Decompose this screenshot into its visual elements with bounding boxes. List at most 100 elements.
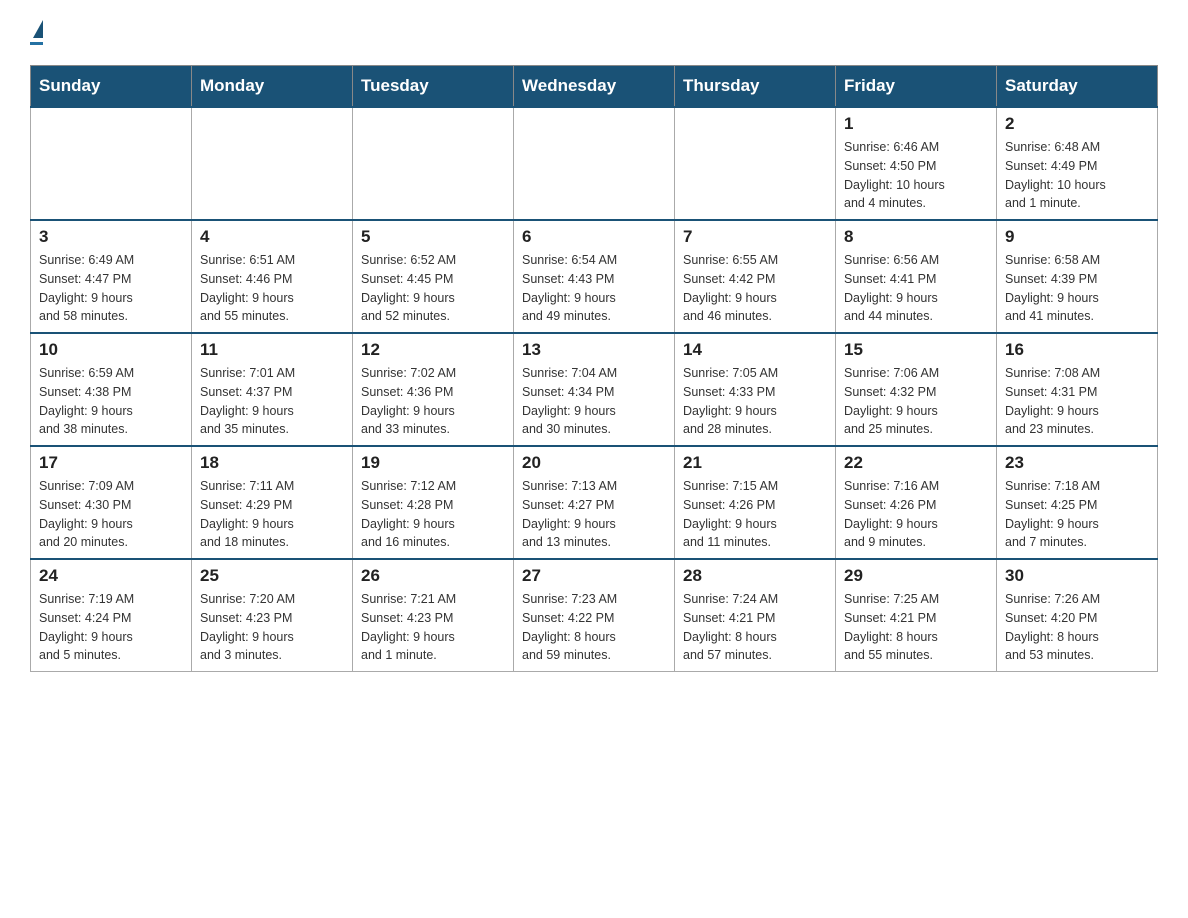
calendar-cell — [675, 107, 836, 220]
calendar-cell: 28 Sunrise: 7:24 AM Sunset: 4:21 PM Dayli… — [675, 559, 836, 672]
day-number: 7 — [683, 227, 827, 247]
day-number: 30 — [1005, 566, 1149, 586]
weekday-header-thursday: Thursday — [675, 66, 836, 108]
day-number: 19 — [361, 453, 505, 473]
calendar-cell: 1 Sunrise: 6:46 AM Sunset: 4:50 PM Daylig… — [836, 107, 997, 220]
day-info: Sunrise: 7:04 AM Sunset: 4:34 PM Dayligh… — [522, 364, 666, 439]
calendar-cell: 27 Sunrise: 7:23 AM Sunset: 4:22 PM Dayli… — [514, 559, 675, 672]
day-info: Sunrise: 7:18 AM Sunset: 4:25 PM Dayligh… — [1005, 477, 1149, 552]
calendar-cell: 29 Sunrise: 7:25 AM Sunset: 4:21 PM Dayli… — [836, 559, 997, 672]
week-row-2: 3 Sunrise: 6:49 AM Sunset: 4:47 PM Daylig… — [31, 220, 1158, 333]
weekday-header-row: SundayMondayTuesdayWednesdayThursdayFrid… — [31, 66, 1158, 108]
day-info: Sunrise: 7:09 AM Sunset: 4:30 PM Dayligh… — [39, 477, 183, 552]
calendar-table: SundayMondayTuesdayWednesdayThursdayFrid… — [30, 65, 1158, 672]
calendar-cell: 3 Sunrise: 6:49 AM Sunset: 4:47 PM Daylig… — [31, 220, 192, 333]
day-number: 12 — [361, 340, 505, 360]
logo — [30, 20, 43, 45]
day-number: 9 — [1005, 227, 1149, 247]
day-info: Sunrise: 7:23 AM Sunset: 4:22 PM Dayligh… — [522, 590, 666, 665]
calendar-cell — [514, 107, 675, 220]
day-info: Sunrise: 7:19 AM Sunset: 4:24 PM Dayligh… — [39, 590, 183, 665]
calendar-cell: 25 Sunrise: 7:20 AM Sunset: 4:23 PM Dayli… — [192, 559, 353, 672]
day-info: Sunrise: 7:08 AM Sunset: 4:31 PM Dayligh… — [1005, 364, 1149, 439]
calendar-cell — [192, 107, 353, 220]
day-info: Sunrise: 6:55 AM Sunset: 4:42 PM Dayligh… — [683, 251, 827, 326]
day-number: 6 — [522, 227, 666, 247]
day-number: 5 — [361, 227, 505, 247]
logo-underline — [30, 42, 43, 45]
calendar-cell: 4Sunrise: 6:51 AM Sunset: 4:46 PM Daylig… — [192, 220, 353, 333]
day-info: Sunrise: 7:16 AM Sunset: 4:26 PM Dayligh… — [844, 477, 988, 552]
calendar-cell: 9 Sunrise: 6:58 AM Sunset: 4:39 PM Daylig… — [997, 220, 1158, 333]
calendar-cell: 14 Sunrise: 7:05 AM Sunset: 4:33 PM Dayli… — [675, 333, 836, 446]
day-number: 8 — [844, 227, 988, 247]
day-info: Sunrise: 7:12 AM Sunset: 4:28 PM Dayligh… — [361, 477, 505, 552]
day-number: 28 — [683, 566, 827, 586]
day-info: Sunrise: 7:24 AM Sunset: 4:21 PM Dayligh… — [683, 590, 827, 665]
day-info: Sunrise: 6:49 AM Sunset: 4:47 PM Dayligh… — [39, 251, 183, 326]
day-info: Sunrise: 7:20 AM Sunset: 4:23 PM Dayligh… — [200, 590, 344, 665]
calendar-cell: 2 Sunrise: 6:48 AM Sunset: 4:49 PM Daylig… — [997, 107, 1158, 220]
day-info: Sunrise: 6:52 AM Sunset: 4:45 PM Dayligh… — [361, 251, 505, 326]
calendar-cell: 8Sunrise: 6:56 AM Sunset: 4:41 PM Daylig… — [836, 220, 997, 333]
day-number: 26 — [361, 566, 505, 586]
day-info: Sunrise: 7:11 AM Sunset: 4:29 PM Dayligh… — [200, 477, 344, 552]
calendar-cell — [353, 107, 514, 220]
calendar-cell: 13 Sunrise: 7:04 AM Sunset: 4:34 PM Dayli… — [514, 333, 675, 446]
day-number: 15 — [844, 340, 988, 360]
day-number: 11 — [200, 340, 344, 360]
day-info: Sunrise: 6:48 AM Sunset: 4:49 PM Dayligh… — [1005, 138, 1149, 213]
day-number: 29 — [844, 566, 988, 586]
day-number: 14 — [683, 340, 827, 360]
day-info: Sunrise: 6:46 AM Sunset: 4:50 PM Dayligh… — [844, 138, 988, 213]
calendar-cell: 22 Sunrise: 7:16 AM Sunset: 4:26 PM Dayli… — [836, 446, 997, 559]
page-header — [30, 20, 1158, 45]
day-number: 1 — [844, 114, 988, 134]
calendar-cell: 17 Sunrise: 7:09 AM Sunset: 4:30 PM Dayli… — [31, 446, 192, 559]
logo-triangle-icon — [33, 20, 43, 38]
calendar-cell: 12 Sunrise: 7:02 AM Sunset: 4:36 PM Dayli… — [353, 333, 514, 446]
day-number: 21 — [683, 453, 827, 473]
weekday-header-tuesday: Tuesday — [353, 66, 514, 108]
week-row-1: 1 Sunrise: 6:46 AM Sunset: 4:50 PM Daylig… — [31, 107, 1158, 220]
day-info: Sunrise: 7:13 AM Sunset: 4:27 PM Dayligh… — [522, 477, 666, 552]
day-number: 17 — [39, 453, 183, 473]
day-number: 3 — [39, 227, 183, 247]
week-row-4: 17 Sunrise: 7:09 AM Sunset: 4:30 PM Dayli… — [31, 446, 1158, 559]
calendar-cell: 30 Sunrise: 7:26 AM Sunset: 4:20 PM Dayli… — [997, 559, 1158, 672]
day-number: 27 — [522, 566, 666, 586]
day-info: Sunrise: 6:59 AM Sunset: 4:38 PM Dayligh… — [39, 364, 183, 439]
day-number: 13 — [522, 340, 666, 360]
calendar-cell: 11Sunrise: 7:01 AM Sunset: 4:37 PM Dayli… — [192, 333, 353, 446]
week-row-3: 10 Sunrise: 6:59 AM Sunset: 4:38 PM Dayli… — [31, 333, 1158, 446]
day-info: Sunrise: 6:58 AM Sunset: 4:39 PM Dayligh… — [1005, 251, 1149, 326]
day-number: 25 — [200, 566, 344, 586]
day-info: Sunrise: 6:54 AM Sunset: 4:43 PM Dayligh… — [522, 251, 666, 326]
calendar-cell: 16 Sunrise: 7:08 AM Sunset: 4:31 PM Dayli… — [997, 333, 1158, 446]
calendar-cell: 21 Sunrise: 7:15 AM Sunset: 4:26 PM Dayli… — [675, 446, 836, 559]
weekday-header-friday: Friday — [836, 66, 997, 108]
weekday-header-sunday: Sunday — [31, 66, 192, 108]
day-info: Sunrise: 7:26 AM Sunset: 4:20 PM Dayligh… — [1005, 590, 1149, 665]
day-number: 23 — [1005, 453, 1149, 473]
calendar-cell: 20Sunrise: 7:13 AM Sunset: 4:27 PM Dayli… — [514, 446, 675, 559]
day-number: 18 — [200, 453, 344, 473]
day-number: 2 — [1005, 114, 1149, 134]
calendar-cell: 19 Sunrise: 7:12 AM Sunset: 4:28 PM Dayli… — [353, 446, 514, 559]
calendar-cell: 26 Sunrise: 7:21 AM Sunset: 4:23 PM Dayli… — [353, 559, 514, 672]
day-number: 10 — [39, 340, 183, 360]
weekday-header-wednesday: Wednesday — [514, 66, 675, 108]
day-info: Sunrise: 7:02 AM Sunset: 4:36 PM Dayligh… — [361, 364, 505, 439]
day-info: Sunrise: 7:15 AM Sunset: 4:26 PM Dayligh… — [683, 477, 827, 552]
day-number: 16 — [1005, 340, 1149, 360]
day-info: Sunrise: 7:25 AM Sunset: 4:21 PM Dayligh… — [844, 590, 988, 665]
calendar-cell: 10 Sunrise: 6:59 AM Sunset: 4:38 PM Dayli… — [31, 333, 192, 446]
day-number: 4 — [200, 227, 344, 247]
week-row-5: 24 Sunrise: 7:19 AM Sunset: 4:24 PM Dayli… — [31, 559, 1158, 672]
day-info: Sunrise: 7:21 AM Sunset: 4:23 PM Dayligh… — [361, 590, 505, 665]
calendar-cell: 15Sunrise: 7:06 AM Sunset: 4:32 PM Dayli… — [836, 333, 997, 446]
calendar-cell — [31, 107, 192, 220]
day-number: 22 — [844, 453, 988, 473]
day-info: Sunrise: 7:05 AM Sunset: 4:33 PM Dayligh… — [683, 364, 827, 439]
day-number: 24 — [39, 566, 183, 586]
